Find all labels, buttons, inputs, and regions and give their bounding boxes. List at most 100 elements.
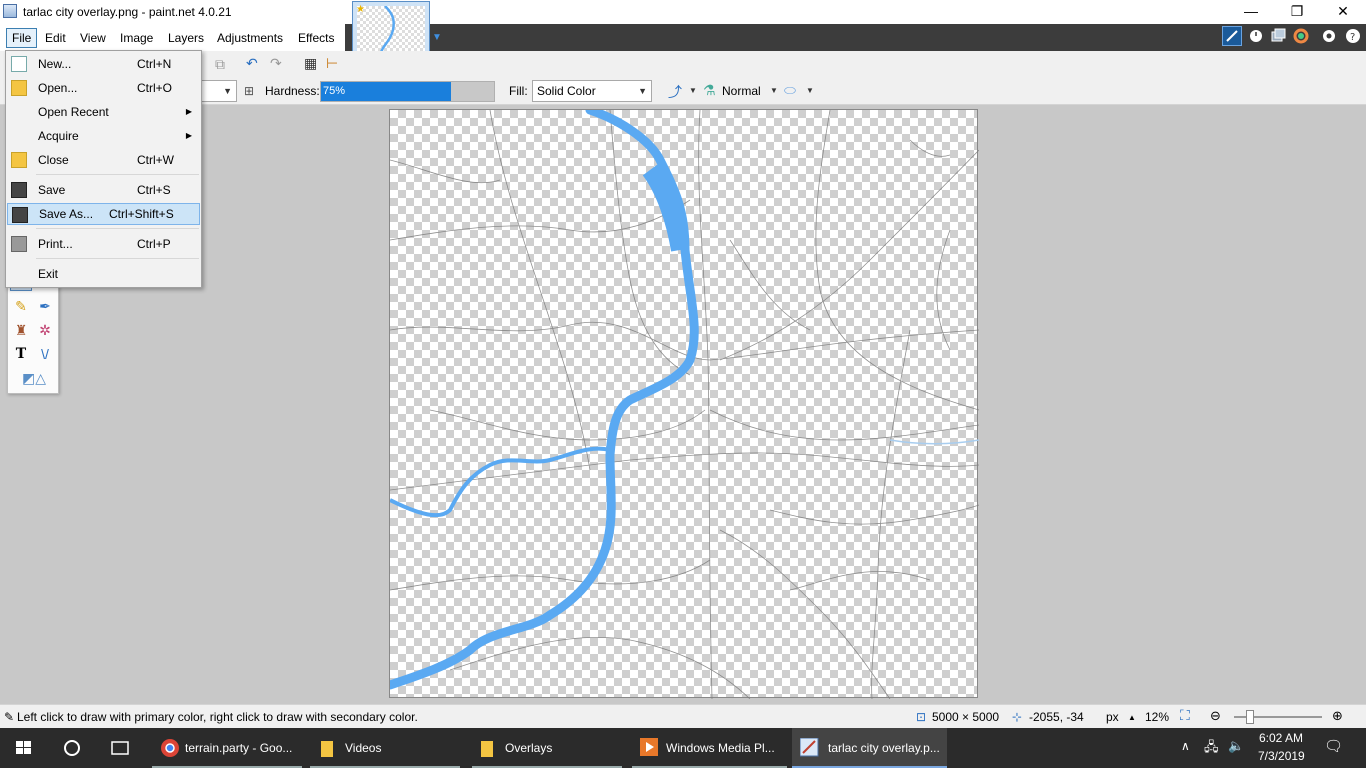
history-window-icon[interactable] (1247, 26, 1267, 46)
taskbar-overlays[interactable]: Overlays (472, 728, 622, 768)
undo-icon[interactable]: ↶ (246, 55, 258, 72)
zoom-slider-thumb[interactable] (1246, 710, 1254, 724)
menu-item-label: Exit (38, 267, 59, 281)
image-canvas[interactable] (389, 109, 979, 699)
taskbar-item-label: Overlays (505, 741, 553, 755)
title-bar: tarlac city overlay.png - paint.net 4.0.… (0, 0, 1366, 24)
taskbar-paintnet[interactable]: tarlac city overlay.p... (792, 728, 947, 768)
menu-item-close[interactable]: Close Ctrl+W (7, 149, 200, 171)
selection-mode-icon[interactable]: ⬭ (784, 82, 796, 99)
menu-item-shortcut: Ctrl+O (137, 81, 173, 95)
blend-mode-select[interactable]: Normal (722, 84, 761, 98)
status-bar: ✎ Left click to draw with primary color,… (0, 704, 1366, 728)
restore-button[interactable]: ❐ (1274, 0, 1320, 24)
color-picker-icon[interactable]: ✒ (34, 295, 56, 317)
start-button[interactable] (0, 728, 48, 768)
layers-window-icon[interactable] (1269, 26, 1289, 46)
fill-select[interactable]: Solid Color ▼ (532, 80, 652, 102)
brush-width-combo[interactable]: ▼ (200, 80, 237, 102)
minimize-button[interactable]: — (1228, 0, 1274, 24)
redo-icon[interactable]: ↷ (270, 55, 282, 72)
clock-date[interactable]: 7/3/2019 (1258, 749, 1305, 763)
menu-item-shortcut: Ctrl+Shift+S (109, 207, 174, 221)
menu-item-label: New... (38, 57, 72, 71)
paintnet-icon (800, 738, 819, 757)
antialiasing-icon[interactable]: ⤴ (668, 82, 682, 102)
menu-item-acquire[interactable]: Acquire ▶ (7, 125, 200, 147)
clone-stamp-icon[interactable]: ♜ (10, 319, 32, 341)
main-toolbar: ⧉ ↶ ↷ ▦ ⊢ (0, 51, 1366, 78)
action-center-icon[interactable]: 🗨 (1324, 737, 1343, 755)
chevron-down-icon[interactable]: ▼ (770, 86, 778, 95)
taskbar-item-label: terrain.party - Goo... (185, 741, 293, 755)
menu-item-new[interactable]: New... Ctrl+N (7, 53, 200, 75)
menu-view[interactable]: View (75, 28, 111, 48)
task-view-button[interactable] (96, 728, 144, 768)
pencil-icon[interactable]: ✎ (10, 295, 32, 317)
menu-item-label: Acquire (38, 129, 79, 143)
units-select[interactable]: px (1106, 710, 1119, 724)
zoom-in-icon[interactable]: ⊕ (1332, 708, 1343, 724)
menu-image[interactable]: Image (115, 28, 158, 48)
cursor-position: -2055, -34 (1029, 710, 1084, 724)
menu-item-shortcut: Ctrl+P (137, 237, 171, 251)
hardness-slider[interactable]: 75% (320, 81, 495, 102)
zoom-level[interactable]: 12% (1145, 710, 1169, 724)
menu-item-open-recent[interactable]: Open Recent ▶ (7, 101, 200, 123)
chevron-up-icon[interactable]: ▲ (1128, 713, 1136, 722)
menu-item-print[interactable]: Print... Ctrl+P (7, 233, 200, 255)
image-size: 5000 × 5000 (932, 710, 1000, 724)
cursor-position-icon: ⊹ (1012, 710, 1023, 724)
chevron-down-icon[interactable]: ▼ (689, 86, 697, 95)
search-button[interactable] (48, 728, 96, 768)
chevron-down-icon[interactable]: ▼ (806, 86, 814, 95)
grid-icon[interactable]: ▦ (304, 55, 317, 72)
taskbar-chrome[interactable]: terrain.party - Goo... (152, 728, 302, 768)
zoom-out-icon[interactable]: ⊖ (1210, 708, 1221, 724)
network-icon[interactable]: 🖧 (1204, 738, 1219, 760)
show-hidden-icons-icon[interactable]: ∧ (1181, 739, 1190, 753)
menu-bar: File Edit View Image Layers Adjustments … (0, 24, 345, 51)
tools-window-icon[interactable] (1222, 26, 1242, 46)
fill-select-value: Solid Color (537, 84, 596, 98)
zoom-to-window-icon[interactable]: ⛶ (1180, 707, 1190, 724)
chevron-down-icon: ▼ (638, 86, 647, 96)
menu-item-exit[interactable]: Exit (7, 263, 200, 285)
recolor-icon[interactable]: ✲ (34, 319, 56, 341)
save-disk-icon (11, 182, 27, 198)
menu-item-save[interactable]: Save Ctrl+S (7, 179, 200, 201)
taskbar-windows-media-player[interactable]: Windows Media Pl... (632, 728, 787, 768)
taskbar-videos[interactable]: Videos (310, 728, 460, 768)
crop-icon[interactable]: ⧉ (215, 56, 225, 73)
colors-window-icon[interactable] (1292, 26, 1312, 46)
menu-item-label: Save (38, 183, 66, 197)
tab-dropdown-icon[interactable]: ▼ (432, 32, 442, 43)
ruler-icon[interactable]: ⊢ (326, 55, 338, 72)
menu-layers[interactable]: Layers (163, 28, 209, 48)
folder-icon (481, 741, 493, 757)
taskbar-item-label: Windows Media Pl... (666, 741, 775, 755)
settings-gear-icon[interactable] (1320, 26, 1340, 46)
menu-effects[interactable]: Effects (293, 28, 339, 48)
menu-item-label: Save As... (39, 207, 94, 221)
menu-item-label: Open Recent (38, 105, 109, 119)
menu-item-save-as[interactable]: Save As... Ctrl+Shift+S (7, 203, 200, 225)
new-file-icon (11, 56, 27, 72)
taskbar-item-label: Videos (345, 741, 382, 755)
menu-edit[interactable]: Edit (40, 28, 71, 48)
save-as-disk-icon (12, 207, 28, 223)
menu-adjustments[interactable]: Adjustments (212, 28, 288, 48)
menu-separator (36, 174, 199, 175)
shapes-icon[interactable]: ◩△ (16, 367, 52, 389)
volume-icon[interactable]: 🔈 (1228, 738, 1244, 754)
help-icon[interactable]: ? (1344, 26, 1364, 46)
menu-file[interactable]: File (6, 28, 38, 48)
text-tool-icon[interactable]: T (10, 343, 32, 365)
clock-time[interactable]: 6:02 AM (1259, 731, 1303, 745)
menu-item-open[interactable]: Open... Ctrl+O (7, 77, 200, 99)
antialias-icon[interactable]: ⊞ (244, 84, 254, 98)
line-curve-icon[interactable]: \/ (34, 343, 56, 365)
pencil-status-icon: ✎ (4, 710, 15, 724)
media-player-icon (640, 738, 658, 756)
close-button[interactable]: ✕ (1320, 0, 1366, 24)
